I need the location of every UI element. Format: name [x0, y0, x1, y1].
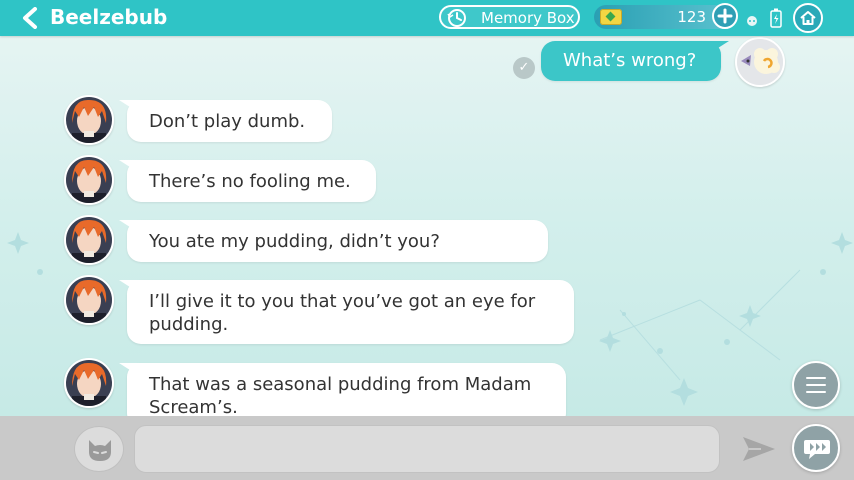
- currency-display: 123: [594, 3, 738, 29]
- beelzebub-portrait-icon: [66, 360, 112, 406]
- clock-icon: [447, 9, 466, 27]
- top-bar: Beelzebub Memory Box 123: [0, 0, 854, 36]
- cat-stamp-icon: [89, 440, 111, 461]
- message-input[interactable]: [134, 425, 720, 473]
- beelzebub-portrait-icon: [66, 97, 112, 143]
- menu-icon: [806, 377, 826, 393]
- beelzebub-avatar: [64, 155, 114, 205]
- menu-button[interactable]: [792, 361, 840, 409]
- message-bubble-outgoing: What’s wrong?: [541, 41, 721, 81]
- skip-icon: [804, 440, 830, 459]
- send-icon[interactable]: [741, 434, 777, 464]
- gem-icon: [600, 9, 622, 25]
- plus-icon: [717, 8, 733, 24]
- beelzebub-portrait-icon: [66, 217, 112, 263]
- back-arrow-icon[interactable]: [20, 7, 40, 29]
- message-bubble-incoming: That was a seasonal pudding from Madam S…: [127, 363, 566, 416]
- skip-button[interactable]: [792, 424, 840, 472]
- beelzebub-portrait-icon: [66, 277, 112, 323]
- beelzebub-avatar: [64, 95, 114, 145]
- chat-title: Beelzebub: [50, 5, 168, 29]
- message-input-bar: [0, 416, 854, 480]
- home-icon: [800, 11, 816, 25]
- message-bubble-incoming: Don’t play dumb.: [127, 100, 332, 142]
- message-bubble-incoming: You ate my pudding, didn’t you?: [127, 220, 548, 262]
- memory-box-label: Memory Box: [481, 9, 575, 27]
- message-bubble-incoming: There’s no fooling me.: [127, 160, 376, 202]
- home-button[interactable]: [793, 3, 823, 33]
- stamp-button[interactable]: [74, 426, 124, 472]
- read-check-icon: ✓: [513, 57, 535, 79]
- beelzebub-avatar: [64, 358, 114, 408]
- add-currency-button[interactable]: [712, 3, 738, 29]
- beelzebub-portrait-icon: [66, 157, 112, 203]
- chat-thread[interactable]: ✓ What’s wrong? Don’t play dumb. There’s…: [0, 36, 854, 416]
- battery-icon: [770, 8, 782, 28]
- ghost-icon: [747, 16, 757, 26]
- my-avatar: [735, 37, 785, 87]
- beelzebub-avatar: [64, 215, 114, 265]
- sheep-icon: [737, 39, 783, 85]
- memory-box-button[interactable]: Memory Box: [439, 5, 580, 29]
- currency-count: 123: [677, 8, 706, 26]
- beelzebub-avatar: [64, 275, 114, 325]
- message-bubble-incoming: I’ll give it to you that you’ve got an e…: [127, 280, 574, 344]
